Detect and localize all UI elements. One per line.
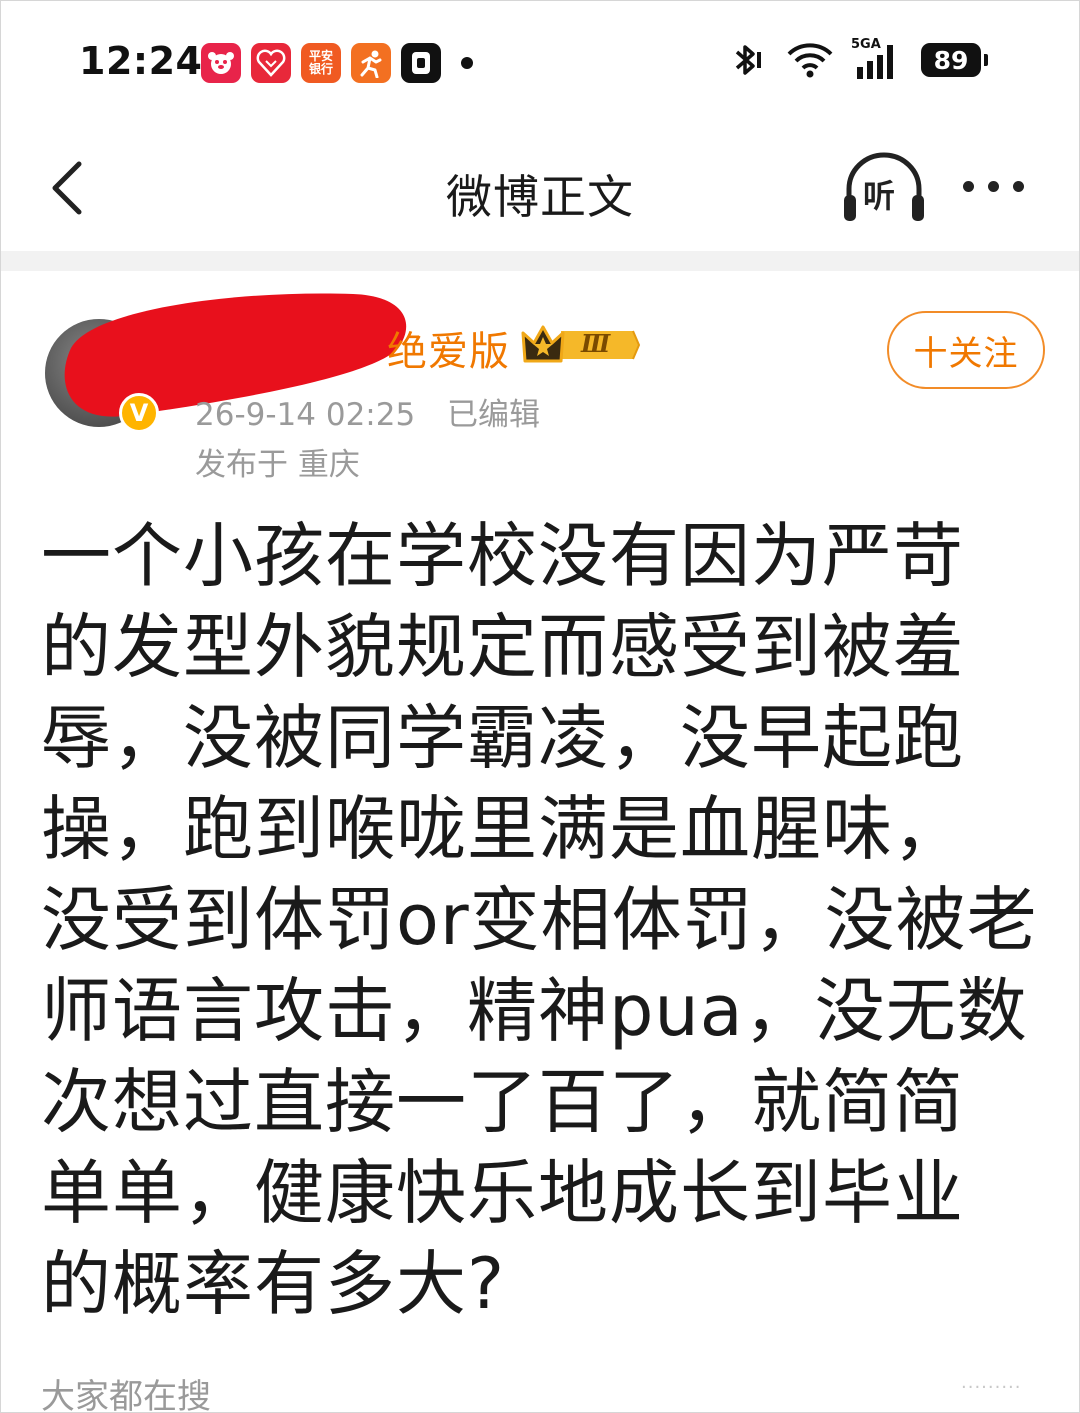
more-dot-icon [988,181,999,192]
screen: 12:24 平安 银行 5GA 89 微博正文 听 V 绝爱版 Ⅲ 26-9-1… [0,0,1080,1413]
more-dot-icon [963,181,974,192]
post-content-line: 辱，没被同学霸凌，没早起跑 [41,697,964,779]
trending-searches-label[interactable]: 大家都在搜 [41,1369,211,1412]
status-bar: 12:24 平安 银行 5GA 89 [1,1,1079,121]
follow-button[interactable]: 十关注 [887,311,1045,389]
notification-icons: 平安 银行 [201,43,473,83]
verified-badge-icon: V [119,393,159,433]
wallet-app-icon [401,43,441,83]
post-content-line: 没受到体罚or变相体罚，没被老 [41,879,1038,961]
watermark-dots: ········· [961,1377,1022,1398]
status-indicators: 5GA 89 [727,37,988,81]
post-content-line: 的发型外貌规定而感受到被羞 [41,606,964,688]
pingan-bank-icon: 平安 银行 [301,43,341,83]
member-crown-badge: Ⅲ [521,321,641,369]
more-options-button[interactable] [963,181,1024,192]
edited-label: 已编辑 [447,397,541,433]
author-name[interactable]: 绝爱版 [387,319,510,377]
post-content-line: 次想过直接一了百了，就简简 [41,1061,964,1143]
top-nav-bar: 微博正文 听 [1,121,1079,251]
bluetooth-icon [735,45,761,75]
more-dot-icon [1013,181,1024,192]
signal-bars-icon [857,45,893,79]
jd-app-icon [201,43,241,83]
post-content-line: 单单，健康快乐地成长到毕业 [41,1152,964,1234]
member-level-label: Ⅲ [581,329,611,358]
listen-label: 听 [863,177,896,215]
post-timestamp: 26-9-14 02:25 已编辑 [195,389,540,434]
listen-button[interactable]: 听 [839,149,929,229]
post-content-line: 一个小孩在学校没有因为严苛 [41,515,964,597]
runner-app-icon [351,43,391,83]
heart-app-icon [251,43,291,83]
post-content-line: 的概率有多大? [41,1243,506,1325]
post-content: 一个小孩在学校没有因为严苛 的发型外貌规定而感受到被羞 辱，没被同学霸凌，没早起… [41,511,1041,1330]
more-notifications-dot [461,57,473,69]
section-divider [1,251,1079,271]
battery-indicator: 89 [921,43,988,77]
post-content-line: 师语言攻击，精神pua，没无数 [41,970,1028,1052]
post-content-line: 操，跑到喉咙里满是血腥味， [41,788,964,870]
wifi-icon [787,43,833,78]
status-clock: 12:24 [79,39,203,83]
cellular-signal: 5GA [851,37,903,81]
post-location: 发布于 重庆 [195,447,360,483]
post-time-value: 26-9-14 02:25 [195,397,416,433]
